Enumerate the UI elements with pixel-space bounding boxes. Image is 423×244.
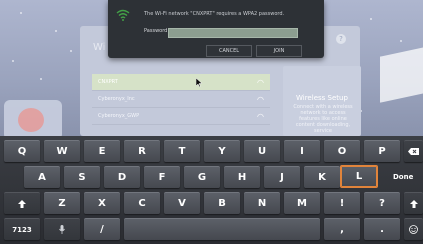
key-g[interactable]: G	[184, 166, 220, 188]
key-question[interactable]: ?	[364, 192, 400, 214]
shift-icon	[18, 199, 26, 208]
key-r[interactable]: R	[124, 140, 160, 162]
key-n[interactable]: N	[244, 192, 280, 214]
network-row-cnxprt[interactable]: CNXPRT ◠	[92, 74, 270, 91]
key-period[interactable]: .	[364, 218, 400, 240]
join-button[interactable]: JOIN	[256, 45, 302, 57]
key-f[interactable]: F	[144, 166, 180, 188]
wifi-password-dialog: The Wi-Fi network "CNXPRT" requires a WP…	[108, 0, 324, 58]
info-text: Connect with a wireless network to acces…	[293, 104, 353, 134]
key-s[interactable]: S	[64, 166, 100, 188]
key-k[interactable]: K	[304, 166, 340, 188]
onscreen-keyboard: Q W E R T Y U I O P A S D F G H J K L Do…	[0, 136, 423, 244]
key-e[interactable]: E	[84, 140, 120, 162]
key-m[interactable]: M	[284, 192, 320, 214]
wifi-signal-icon: ◠	[257, 77, 264, 87]
key-o[interactable]: O	[324, 140, 360, 162]
bg-dot	[400, 40, 402, 42]
key-p[interactable]: P	[364, 140, 400, 162]
key-x[interactable]: X	[84, 192, 120, 214]
key-z[interactable]: Z	[44, 192, 80, 214]
password-label: Password	[144, 28, 168, 34]
network-name: Cyberonyx_GWP	[98, 113, 140, 119]
key-h[interactable]: H	[224, 166, 260, 188]
key-y[interactable]: Y	[204, 140, 240, 162]
space-key[interactable]	[124, 218, 320, 240]
setup-title: Wi	[93, 42, 106, 53]
wifi-icon	[116, 9, 130, 21]
bg-dot	[70, 50, 72, 52]
backspace-key[interactable]	[404, 140, 423, 162]
symbols-key[interactable]: 7123	[4, 218, 40, 240]
key-w[interactable]: W	[44, 140, 80, 162]
key-slash[interactable]: /	[84, 218, 120, 240]
shift-key-left[interactable]	[4, 192, 40, 214]
key-c[interactable]: C	[124, 192, 160, 214]
emoji-icon	[409, 225, 418, 234]
bg-dot	[12, 60, 14, 62]
bg-dot	[370, 18, 372, 20]
mouse-pointer-icon	[196, 78, 202, 87]
key-i[interactable]: I	[284, 140, 320, 162]
key-j[interactable]: J	[264, 166, 300, 188]
info-title: Wireless Setup	[296, 94, 348, 102]
key-comma[interactable]: ,	[324, 218, 360, 240]
network-name: Cyberonyx_Inc	[98, 96, 135, 102]
key-l[interactable]: L	[340, 165, 378, 188]
mic-key[interactable]	[44, 218, 80, 240]
bg-dot	[55, 30, 57, 32]
password-input[interactable]	[168, 28, 298, 38]
dialog-message: The Wi-Fi network "CNXPRT" requires a WP…	[144, 11, 285, 17]
key-u[interactable]: U	[244, 140, 280, 162]
key-t[interactable]: T	[164, 140, 200, 162]
wifi-signal-icon: ◠	[257, 94, 264, 104]
emoji-key[interactable]	[404, 218, 423, 240]
wifi-signal-icon: ◠	[257, 111, 264, 121]
shift-icon	[409, 199, 418, 208]
key-d[interactable]: D	[104, 166, 140, 188]
key-b[interactable]: B	[204, 192, 240, 214]
mic-icon	[59, 225, 65, 234]
network-name: CNXPRT	[98, 79, 118, 85]
help-icon[interactable]: ?	[336, 34, 346, 44]
done-key[interactable]: Done	[393, 173, 413, 181]
key-a[interactable]: A	[24, 166, 60, 188]
bg-dot	[40, 78, 42, 80]
network-row-cyberonyx-gwp[interactable]: Cyberonyx_GWP ◠	[92, 108, 270, 125]
key-q[interactable]: Q	[4, 140, 40, 162]
backspace-icon	[408, 148, 419, 155]
key-v[interactable]: V	[164, 192, 200, 214]
setup-illustration	[4, 100, 62, 136]
bg-dot	[20, 12, 22, 14]
key-exclamation[interactable]: !	[324, 192, 360, 214]
network-row-cyberonyx-inc[interactable]: Cyberonyx_Inc ◠	[92, 91, 270, 108]
network-list: CNXPRT ◠ Cyberonyx_Inc ◠ Cyberonyx_GWP ◠	[92, 74, 270, 125]
setup-decoration	[380, 47, 423, 103]
cancel-button[interactable]: CANCEL	[206, 45, 252, 57]
shift-key-right[interactable]	[404, 192, 423, 214]
